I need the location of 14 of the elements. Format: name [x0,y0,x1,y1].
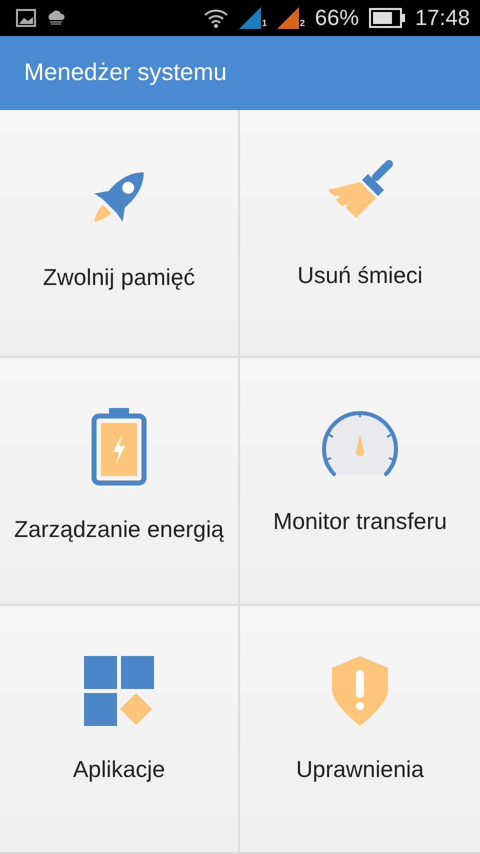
clock: 17:48 [414,5,470,31]
tile-label: Aplikacje [72,756,166,783]
tile-label: Monitor transferu [273,508,447,535]
tile-label: Zarządzanie energią [14,516,224,543]
sim-number: 1 [262,18,267,28]
battery-percent: 66% [314,5,359,31]
sim-number: 2 [300,18,305,28]
app-title: Menedżer systemu [24,59,227,87]
menu-tile[interactable]: Zwolnij pamięć [0,110,240,358]
tile-label: Uprawnienia [296,756,424,783]
menu-tile[interactable]: Zarządzanie energią [0,358,240,606]
tile-label: Usuń śmieci [297,262,423,289]
tile-label: Zwolnij pamięć [42,264,196,291]
menu-tile[interactable]: Aplikacje [0,606,240,854]
